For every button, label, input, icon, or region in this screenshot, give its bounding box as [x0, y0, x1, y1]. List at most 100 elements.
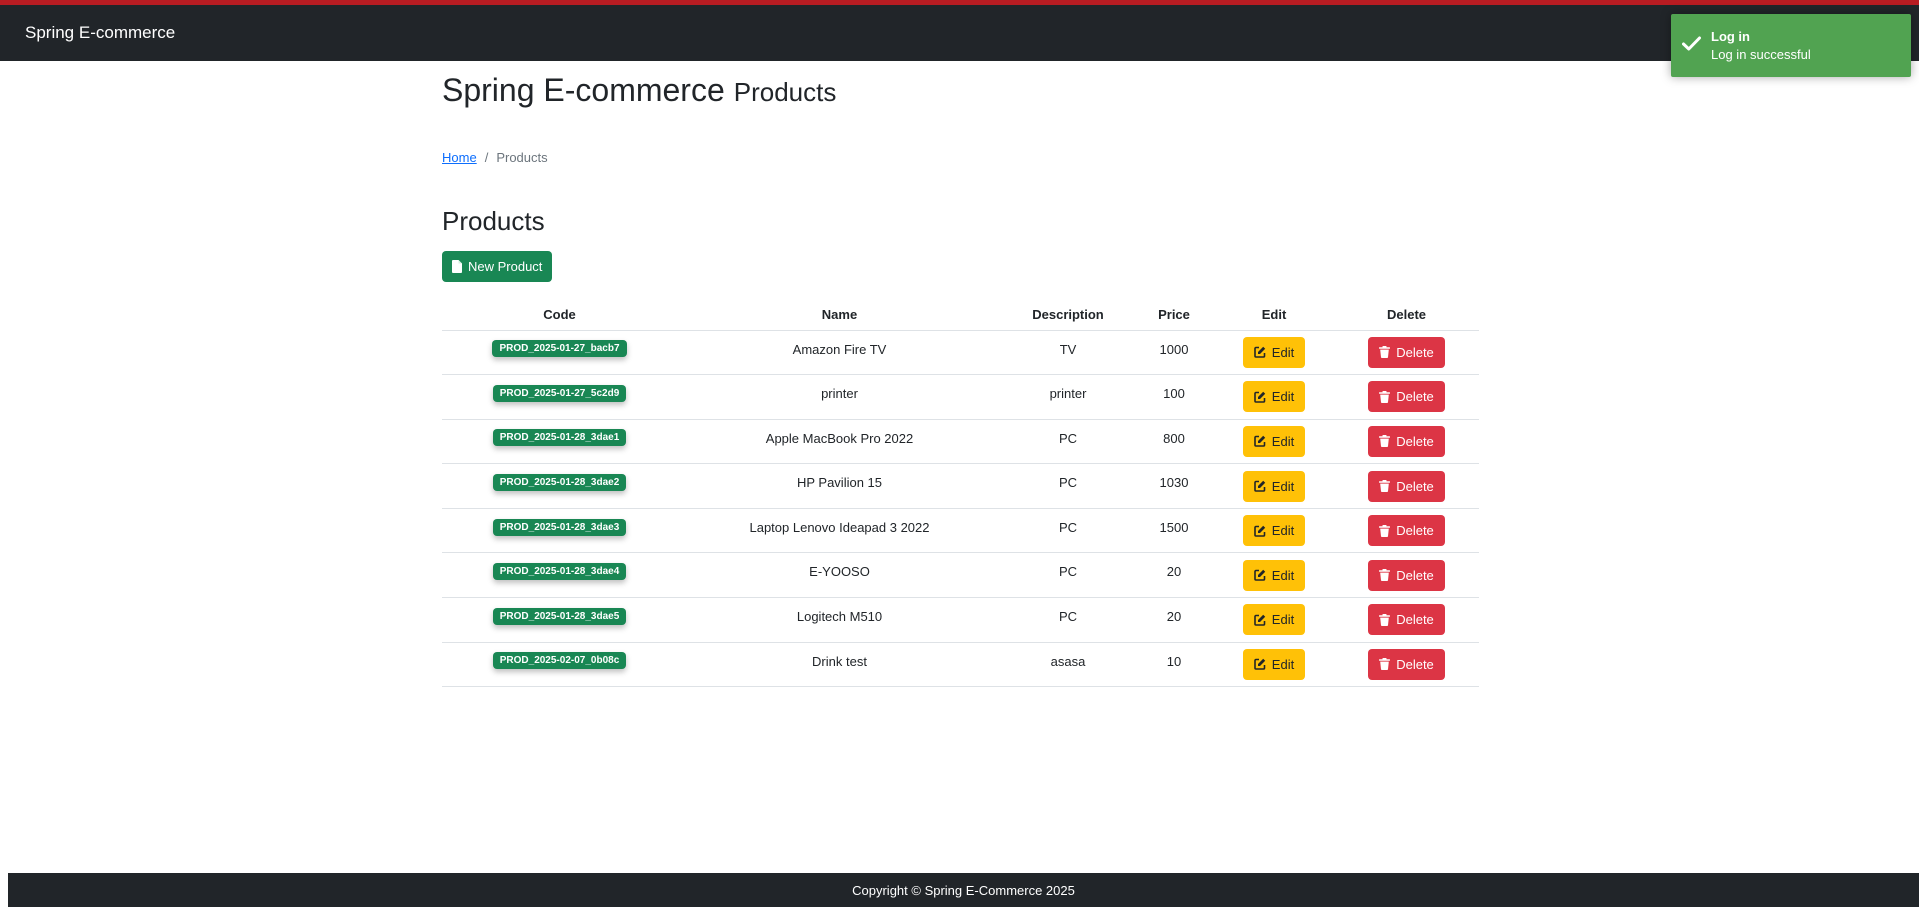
cell-description: printer — [1002, 374, 1134, 420]
edit-button[interactable]: Edit — [1242, 381, 1306, 413]
page-header: Spring E-commerce Products — [442, 72, 1479, 112]
login-toast[interactable]: Log in Log in successful — [1671, 14, 1911, 77]
cell-price: 1000 — [1134, 330, 1214, 376]
edit-button[interactable]: Edit — [1242, 604, 1306, 636]
table-row: PROD_2025-01-28_3dae2 HP Pavilion 15 PC 103… — [442, 463, 1479, 509]
delete-button[interactable]: Delete — [1368, 515, 1445, 547]
trash-icon — [1379, 613, 1391, 626]
table-row: PROD_2025-01-28_3dae1 Apple MacBook Pro 2… — [442, 419, 1479, 465]
breadcrumb: Home / Products — [442, 148, 1479, 166]
cell-name: Amazon Fire TV — [677, 330, 1002, 376]
navbar-brand[interactable]: Spring E-commerce — [25, 23, 175, 43]
cell-description: PC — [1002, 597, 1134, 643]
edit-label: Edit — [1271, 612, 1295, 628]
edit-button[interactable]: Edit — [1242, 470, 1306, 502]
table-header-row: Code Name Description Price Edit Delete — [442, 300, 1479, 331]
cell-code: PROD_2025-01-27_bacb7 — [442, 330, 677, 376]
table-row: PROD_2025-02-07_0b08c Drink test asasa 10 Ed… — [442, 642, 1479, 688]
delete-button[interactable]: Delete — [1368, 336, 1445, 368]
product-code-badge: PROD_2025-01-28_3dae3 — [492, 518, 627, 536]
delete-label: Delete — [1396, 478, 1434, 494]
edit-label: Edit — [1271, 389, 1295, 405]
cell-price: 800 — [1134, 419, 1214, 465]
cell-description: PC — [1002, 508, 1134, 554]
delete-label: Delete — [1396, 523, 1434, 539]
pencil-square-icon — [1253, 391, 1266, 403]
breadcrumb-separator: / — [484, 149, 489, 165]
header-price: Price — [1134, 300, 1214, 331]
cell-edit: Edit — [1214, 508, 1334, 554]
delete-button[interactable]: Delete — [1368, 648, 1445, 680]
edit-button[interactable]: Edit — [1242, 515, 1306, 547]
cell-code: PROD_2025-01-27_5c2d9 — [442, 374, 677, 420]
trash-icon — [1379, 435, 1391, 448]
edit-label: Edit — [1271, 344, 1295, 360]
table-row: PROD_2025-01-28_3dae3 Laptop Lenovo Ideap… — [442, 508, 1479, 554]
cell-price: 20 — [1134, 552, 1214, 599]
delete-button[interactable]: Delete — [1368, 381, 1445, 413]
header-edit: Edit — [1214, 300, 1334, 331]
cell-name: HP Pavilion 15 — [677, 463, 1002, 509]
cell-code: PROD_2025-01-28_3dae3 — [442, 508, 677, 554]
cell-price: 10 — [1134, 642, 1214, 688]
new-product-button[interactable]: New Product — [442, 251, 553, 282]
pencil-square-icon — [1253, 569, 1266, 582]
cell-edit: Edit — [1214, 419, 1334, 465]
main-content: Spring E-commerce Products Home / Produc… — [442, 61, 1479, 688]
navbar: Spring E-commerce — [0, 5, 1919, 61]
trash-icon — [1379, 569, 1391, 582]
edit-button[interactable]: Edit — [1242, 648, 1306, 680]
trash-icon — [1379, 390, 1391, 403]
cell-price: 1030 — [1134, 463, 1214, 509]
header-name: Name — [677, 300, 1002, 331]
cell-name: E-YOOSO — [677, 552, 1002, 599]
product-code-badge: PROD_2025-01-28_3dae1 — [492, 429, 627, 447]
cell-edit: Edit — [1214, 463, 1334, 509]
cell-price: 100 — [1134, 374, 1214, 420]
cell-delete: Delete — [1334, 642, 1479, 688]
product-code-badge: PROD_2025-01-28_3dae5 — [492, 607, 627, 625]
edit-label: Edit — [1271, 523, 1295, 539]
new-product-label: New Product — [468, 259, 543, 274]
delete-label: Delete — [1396, 433, 1434, 449]
cell-name: printer — [677, 374, 1002, 420]
cell-edit: Edit — [1214, 330, 1334, 376]
cell-name: Logitech M510 — [677, 597, 1002, 643]
pencil-square-icon — [1253, 480, 1266, 492]
page-title: Spring E-commerce — [442, 72, 725, 108]
cell-edit: Edit — [1214, 552, 1334, 599]
breadcrumb-home-link[interactable]: Home — [442, 150, 477, 165]
pencil-square-icon — [1253, 346, 1266, 359]
cell-name: Apple MacBook Pro 2022 — [677, 419, 1002, 465]
cell-delete: Delete — [1334, 463, 1479, 509]
product-code-badge: PROD_2025-01-27_5c2d9 — [492, 384, 627, 402]
cell-description: TV — [1002, 330, 1134, 376]
section-title: Products — [442, 206, 545, 236]
delete-button[interactable]: Delete — [1368, 425, 1445, 457]
cell-name: Drink test — [677, 642, 1002, 688]
edit-label: Edit — [1271, 433, 1295, 449]
footer-copyright: Copyright © Spring E-Commerce 2025 — [852, 882, 1075, 898]
header-delete: Delete — [1334, 300, 1479, 331]
trash-icon — [1379, 658, 1391, 671]
table-row: PROD_2025-01-27_5c2d9 printer printer 100 Ed… — [442, 374, 1479, 420]
trash-icon — [1379, 480, 1391, 493]
delete-label: Delete — [1396, 344, 1434, 360]
product-code-badge: PROD_2025-01-28_3dae2 — [492, 474, 627, 492]
page-subtitle: Products — [733, 77, 837, 107]
edit-button[interactable]: Edit — [1242, 336, 1306, 368]
cell-edit: Edit — [1214, 642, 1334, 688]
table-row: PROD_2025-01-27_bacb7 Amazon Fire TV TV 100… — [442, 330, 1479, 376]
toast-title: Log in — [1711, 29, 1750, 44]
cell-delete: Delete — [1334, 330, 1479, 376]
delete-button[interactable]: Delete — [1368, 604, 1445, 636]
edit-button[interactable]: Edit — [1242, 559, 1306, 591]
delete-button[interactable]: Delete — [1368, 559, 1445, 591]
delete-label: Delete — [1396, 567, 1434, 583]
cell-description: PC — [1002, 419, 1134, 465]
cell-code: PROD_2025-01-28_3dae4 — [442, 552, 677, 599]
cell-price: 20 — [1134, 597, 1214, 643]
footer: Copyright © Spring E-Commerce 2025 — [8, 873, 1919, 907]
delete-button[interactable]: Delete — [1368, 470, 1445, 502]
edit-button[interactable]: Edit — [1242, 425, 1306, 457]
